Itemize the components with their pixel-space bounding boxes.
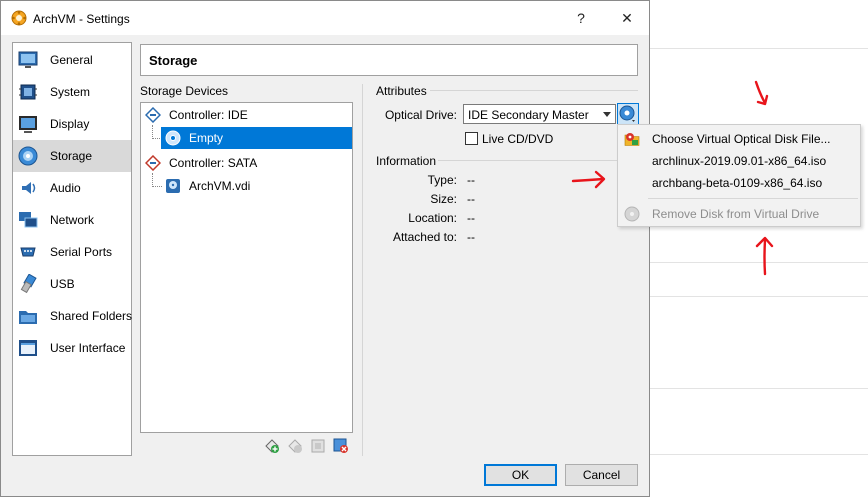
menu-separator [648, 198, 858, 199]
serial-ports-icon [20, 247, 36, 257]
information-label: Information [376, 154, 437, 168]
page-title: Storage [149, 53, 198, 68]
system-icon [19, 84, 37, 100]
help-button[interactable]: ? [566, 6, 596, 30]
folder-disk-icon [624, 133, 640, 146]
hard-disk-icon [166, 179, 180, 193]
background-line [650, 48, 868, 49]
optical-drive-value: IDE Secondary Master [468, 108, 589, 122]
ide-controller-icon [145, 107, 161, 123]
shared-folders-icon [19, 311, 37, 324]
info-attached-to-label: Attached to: [392, 230, 457, 244]
info-type-label: Type: [427, 173, 457, 187]
info-location-value: -- [467, 211, 475, 225]
audio-icon [22, 182, 36, 194]
panel-divider [362, 84, 364, 456]
info-location-label: Location: [408, 211, 457, 225]
background-line [650, 388, 868, 389]
sidebar-item-storage[interactable]: Storage [13, 140, 131, 172]
sata-controller-icon [145, 155, 161, 171]
general-icon [18, 51, 38, 68]
sidebar-item-user-interface[interactable]: User Interface [13, 332, 131, 364]
storage-tree: Controller: IDE Empty Controller: SATA A… [140, 102, 353, 433]
sidebar-item-serial-ports[interactable]: Serial Ports [13, 236, 131, 268]
tree-line [152, 173, 153, 187]
background-line [650, 454, 868, 455]
ok-button[interactable]: OK [484, 464, 557, 486]
sidebar-item-usb[interactable]: USB [13, 268, 131, 300]
disk-menu: Choose Virtual Optical Disk File... arch… [617, 124, 861, 227]
menu-item-archbang-iso[interactable]: archbang-beta-0109-x86_64.iso [618, 172, 860, 194]
sidebar-item-shared-folders[interactable]: Shared Folders [13, 300, 133, 332]
storage-icon [18, 146, 38, 166]
information-divider [438, 160, 638, 161]
network-icon [19, 212, 38, 228]
annotation-arrow-down [754, 80, 769, 106]
annotation-arrow-up [755, 236, 774, 276]
remove-attachment-icon[interactable] [333, 438, 349, 454]
tree-item-label: Empty [189, 131, 224, 145]
tree-item-label: Controller: SATA [169, 156, 258, 170]
remove-controller-icon[interactable] [287, 438, 303, 454]
info-size-value: -- [467, 192, 475, 206]
sidebar-item-system[interactable]: System [13, 76, 131, 108]
live-cd-label: Live CD/DVD [482, 132, 554, 146]
sidebar-item-label: Display [50, 117, 90, 131]
chevron-down-icon [603, 112, 611, 117]
tree-item-controller-ide[interactable]: Controller: IDE [143, 104, 350, 126]
menu-item-remove-disk[interactable]: Remove Disk from Virtual Drive [618, 203, 860, 225]
menu-item-choose-disk-file[interactable]: Choose Virtual Optical Disk File... [618, 128, 860, 150]
sidebar-item-label: Network [50, 213, 95, 227]
menu-item-label: archbang-beta-0109-x86_64.iso [652, 176, 823, 190]
sidebar-item-label: Storage [50, 149, 93, 163]
tree-item-label: ArchVM.vdi [189, 179, 251, 193]
cancel-button[interactable]: Cancel [565, 464, 638, 486]
attributes-label: Attributes [376, 84, 427, 98]
tree-item-label: Controller: IDE [169, 108, 248, 122]
tree-line [152, 125, 153, 139]
page-title-box: Storage [140, 44, 638, 76]
info-type-value: -- [467, 173, 475, 187]
menu-item-archlinux-iso[interactable]: archlinux-2019.09.01-x86_64.iso [618, 150, 860, 172]
sidebar-item-general[interactable]: General [13, 44, 131, 76]
tree-item-empty-drive[interactable]: Empty [161, 127, 352, 149]
background-line [650, 296, 868, 297]
info-attached-to-value: -- [467, 230, 475, 244]
tree-item-controller-sata[interactable]: Controller: SATA [143, 152, 350, 174]
choose-disk-icon[interactable] [617, 103, 639, 125]
window-title: ArchVM - Settings [33, 12, 130, 26]
display-icon [19, 116, 37, 133]
sidebar-item-label: USB [50, 277, 75, 291]
sidebar-item-label: Serial Ports [50, 245, 113, 259]
add-attachment-icon[interactable] [310, 438, 326, 454]
storage-devices-label: Storage Devices [140, 84, 229, 98]
sidebar-item-display[interactable]: Display [13, 108, 131, 140]
title-bar: ArchVM - Settings ? ✕ [1, 1, 649, 35]
sidebar-item-label: System [50, 85, 91, 99]
info-size-label: Size: [430, 192, 457, 206]
sidebar-item-label: General [50, 53, 93, 67]
sidebar-item-network[interactable]: Network [13, 204, 131, 236]
sidebar-item-label: Shared Folders [50, 309, 133, 323]
add-controller-icon[interactable] [264, 438, 280, 454]
optical-drive-select[interactable]: IDE Secondary Master [463, 104, 616, 124]
annotation-arrow-right [571, 170, 606, 189]
close-button[interactable]: ✕ [612, 6, 642, 30]
remove-disk-icon [624, 206, 640, 222]
menu-item-label: Choose Virtual Optical Disk File... [652, 132, 831, 146]
live-cd-checkbox[interactable] [465, 132, 478, 145]
sidebar-item-label: Audio [50, 181, 81, 195]
user-interface-icon [19, 340, 37, 356]
attributes-divider [430, 90, 638, 91]
menu-item-label: Remove Disk from Virtual Drive [652, 207, 820, 221]
optical-drive-label: Optical Drive: [384, 108, 457, 122]
settings-sidebar: General System Display Storage Audio Net… [12, 42, 132, 456]
optical-disc-icon [165, 130, 181, 146]
menu-item-label: archlinux-2019.09.01-x86_64.iso [652, 154, 827, 168]
tree-item-archvm-vdi[interactable]: ArchVM.vdi [161, 175, 352, 197]
sidebar-item-audio[interactable]: Audio [13, 172, 131, 204]
sidebar-item-label: User Interface [50, 341, 126, 355]
virtualbox-icon [11, 10, 27, 26]
usb-icon [20, 274, 37, 294]
